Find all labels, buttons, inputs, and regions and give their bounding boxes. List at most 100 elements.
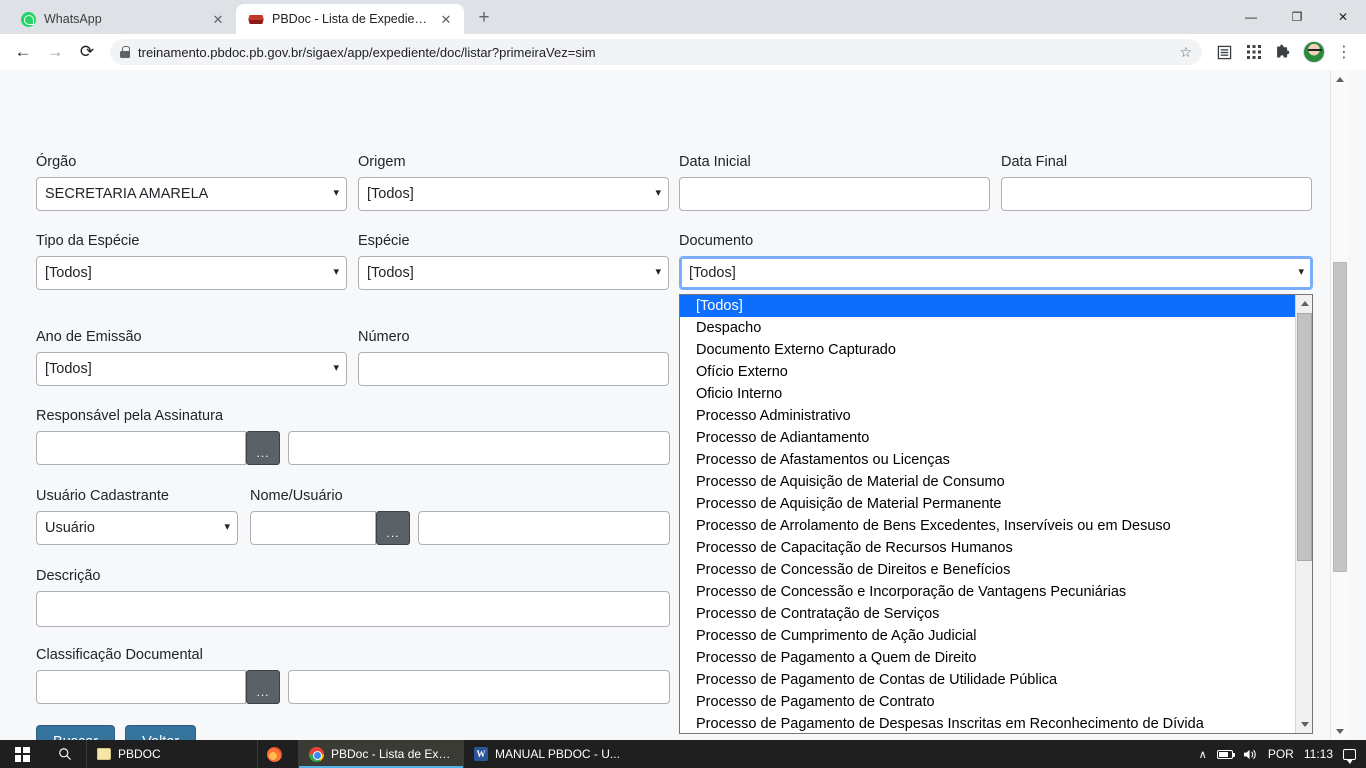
origem-select[interactable]: [Todos] ▾ <box>358 177 669 211</box>
documento-select[interactable]: [Todos] ▾ <box>679 256 1313 290</box>
field-descricao: Descrição <box>36 568 670 627</box>
dropdown-option[interactable]: Processo de Adiantamento <box>680 427 1295 449</box>
buscar-button[interactable]: Buscar <box>36 725 115 740</box>
pbdoc-favicon-icon <box>248 11 264 27</box>
scrollbar-thumb[interactable] <box>1297 313 1312 561</box>
data-inicial-input[interactable] <box>679 177 990 211</box>
taskbar-item-label: PBDoc - Lista de Expe... <box>331 747 453 761</box>
responsavel-name-input[interactable] <box>288 431 670 465</box>
chevron-down-icon: ▾ <box>655 267 661 278</box>
dropdown-option[interactable]: Processo de Pagamento de Despesas Inscri… <box>680 713 1295 733</box>
dropdown-option[interactable]: Processo de Capacitação de Recursos Huma… <box>680 537 1295 559</box>
taskbar-item-pbdoc-folder[interactable]: PBDOC <box>87 740 257 768</box>
back-icon[interactable]: ← <box>8 37 38 67</box>
responsavel-picker-button[interactable]: ... <box>246 431 280 465</box>
maximize-button[interactable]: ❐ <box>1274 0 1320 34</box>
forward-icon[interactable]: → <box>40 37 70 67</box>
dropdown-option[interactable]: Processo de Contratação de Serviços <box>680 603 1295 625</box>
page-scrollbar[interactable] <box>1330 70 1348 740</box>
tab-pbdoc[interactable]: PBDoc - Lista de Expedientes ✕ <box>236 4 464 34</box>
field-usuario-cadastrante: Usuário Cadastrante Usuário ▾ <box>36 488 238 545</box>
dropdown-option[interactable]: Processo de Cumprimento de Ação Judicial <box>680 625 1295 647</box>
ano-emissao-select-value: [Todos] <box>45 361 92 377</box>
new-tab-button[interactable]: + <box>470 4 498 32</box>
especie-select[interactable]: [Todos] ▾ <box>358 256 669 290</box>
notification-icon[interactable] <box>1343 749 1356 760</box>
orgao-select[interactable]: SECRETARIA AMARELA ▾ <box>36 177 347 211</box>
dropdown-option[interactable]: Processo de Pagamento a Quem de Direito <box>680 647 1295 669</box>
field-label-especie: Espécie <box>358 233 669 250</box>
dropdown-option[interactable]: Despacho <box>680 317 1295 339</box>
descricao-input[interactable] <box>36 591 670 627</box>
dropdown-option[interactable]: Processo de Concessão de Direitos e Bene… <box>680 559 1295 581</box>
taskbar-item-firefox[interactable] <box>258 740 298 768</box>
profile-avatar[interactable] <box>1300 38 1328 66</box>
whatsapp-icon <box>20 11 36 27</box>
dropdown-scrollbar[interactable] <box>1295 295 1312 733</box>
clock[interactable]: 11:13 <box>1304 747 1333 761</box>
dropdown-option[interactable]: Documento Externo Capturado <box>680 339 1295 361</box>
dropdown-option[interactable]: Processo de Aquisição de Material de Con… <box>680 471 1295 493</box>
dropdown-option[interactable]: Processo de Pagamento de Contrato <box>680 691 1295 713</box>
field-label-data-final: Data Final <box>1001 154 1312 171</box>
page-scroll-down-arrow-icon[interactable] <box>1331 722 1349 740</box>
close-icon[interactable]: ✕ <box>210 11 226 27</box>
scroll-down-arrow-icon[interactable] <box>1296 716 1313 733</box>
nome-usuario-picker-button[interactable]: ... <box>376 511 410 545</box>
nome-usuario-name-input[interactable] <box>418 511 670 545</box>
minimize-button[interactable]: — <box>1228 0 1274 34</box>
dropdown-option[interactable]: Processo de Concessão e Incorporação de … <box>680 581 1295 603</box>
documento-dropdown-list[interactable]: [Todos] Despacho Documento Externo Captu… <box>679 294 1313 734</box>
classificacao-name-input[interactable] <box>288 670 670 704</box>
dropdown-option[interactable]: Ofício Externo <box>680 361 1295 383</box>
nome-usuario-code-input[interactable] <box>250 511 376 545</box>
ano-emissao-select[interactable]: [Todos] ▾ <box>36 352 347 386</box>
field-documento: Documento [Todos] ▾ <box>679 233 1313 290</box>
tray-chevron-icon[interactable]: ∧ <box>1199 748 1207 761</box>
start-button[interactable] <box>0 740 44 768</box>
language-indicator[interactable]: POR <box>1268 747 1294 761</box>
field-tipo-especie: Tipo da Espécie [Todos] ▾ <box>36 233 347 290</box>
usuario-cadastrante-select[interactable]: Usuário ▾ <box>36 511 238 545</box>
search-taskbar-button[interactable] <box>44 740 86 768</box>
apps-grid-icon[interactable] <box>1240 38 1268 66</box>
scroll-up-arrow-icon[interactable] <box>1296 295 1313 312</box>
firefox-icon <box>267 747 282 762</box>
numero-input[interactable] <box>358 352 669 386</box>
voltar-button[interactable]: Voltar <box>125 725 196 740</box>
word-icon: W <box>474 747 488 761</box>
chevron-down-icon: ▾ <box>224 522 230 533</box>
dropdown-option[interactable]: [Todos] <box>680 295 1295 317</box>
classificacao-code-input[interactable] <box>36 670 246 704</box>
data-final-input[interactable] <box>1001 177 1312 211</box>
responsavel-code-input[interactable] <box>36 431 246 465</box>
chevron-down-icon: ▾ <box>1298 267 1304 278</box>
close-icon[interactable]: ✕ <box>438 11 454 27</box>
dropdown-option[interactable]: Processo Administrativo <box>680 405 1295 427</box>
bookmark-star-icon[interactable]: ☆ <box>1179 44 1192 61</box>
reload-icon[interactable]: ⟳ <box>72 37 102 67</box>
dropdown-option[interactable]: Oficio Interno <box>680 383 1295 405</box>
tab-strip: WhatsApp ✕ PBDoc - Lista de Expedientes … <box>0 0 1366 34</box>
dropdown-option[interactable]: Processo de Pagamento de Contas de Utili… <box>680 669 1295 691</box>
dropdown-option[interactable]: Processo de Arrolamento de Bens Excedent… <box>680 515 1295 537</box>
dropdown-option[interactable]: Processo de Aquisição de Material Perman… <box>680 493 1295 515</box>
close-window-button[interactable]: ✕ <box>1320 0 1366 34</box>
tipo-especie-select[interactable]: [Todos] ▾ <box>36 256 347 290</box>
tipo-especie-select-value: [Todos] <box>45 265 92 281</box>
battery-icon[interactable] <box>1217 750 1233 759</box>
taskbar-item-chrome-pbdoc[interactable]: PBDoc - Lista de Expe... <box>299 740 463 768</box>
classificacao-picker-button[interactable]: ... <box>246 670 280 704</box>
address-bar[interactable]: treinamento.pbdoc.pb.gov.br/sigaex/app/e… <box>110 39 1202 65</box>
chrome-menu-icon[interactable]: ⋮ <box>1330 38 1358 66</box>
tab-whatsapp[interactable]: WhatsApp ✕ <box>8 4 236 34</box>
chevron-down-icon: ▾ <box>333 188 339 199</box>
volume-icon[interactable] <box>1243 748 1258 761</box>
reading-list-icon[interactable] <box>1210 38 1238 66</box>
dropdown-option[interactable]: Processo de Afastamentos ou Licenças <box>680 449 1295 471</box>
tab-title: PBDoc - Lista de Expedientes <box>272 12 430 26</box>
page-scroll-up-arrow-icon[interactable] <box>1331 70 1349 88</box>
page-scrollbar-thumb[interactable] <box>1333 262 1347 572</box>
taskbar-item-word-manual[interactable]: W MANUAL PBDOC - U... <box>464 740 644 768</box>
extensions-puzzle-icon[interactable] <box>1270 38 1298 66</box>
